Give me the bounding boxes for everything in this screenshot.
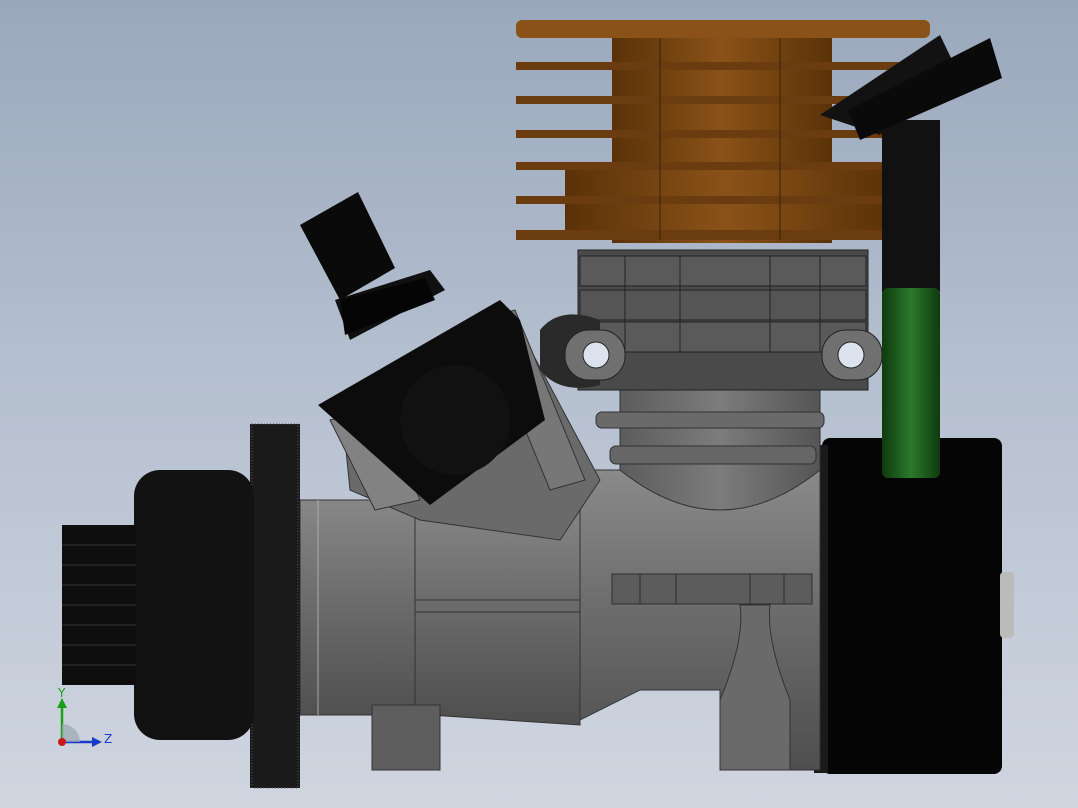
z-axis-label: Z [104,732,113,746]
cylinder-mount[interactable] [540,249,883,391]
cad-viewport[interactable]: Y Z [0,0,1078,808]
backplate[interactable] [814,438,1014,774]
crankcase[interactable] [579,469,821,771]
engine-model[interactable] [0,0,1078,808]
orientation-triad[interactable]: Y Z [52,684,122,754]
y-axis-label: Y [58,686,66,700]
flywheel[interactable] [250,423,300,789]
